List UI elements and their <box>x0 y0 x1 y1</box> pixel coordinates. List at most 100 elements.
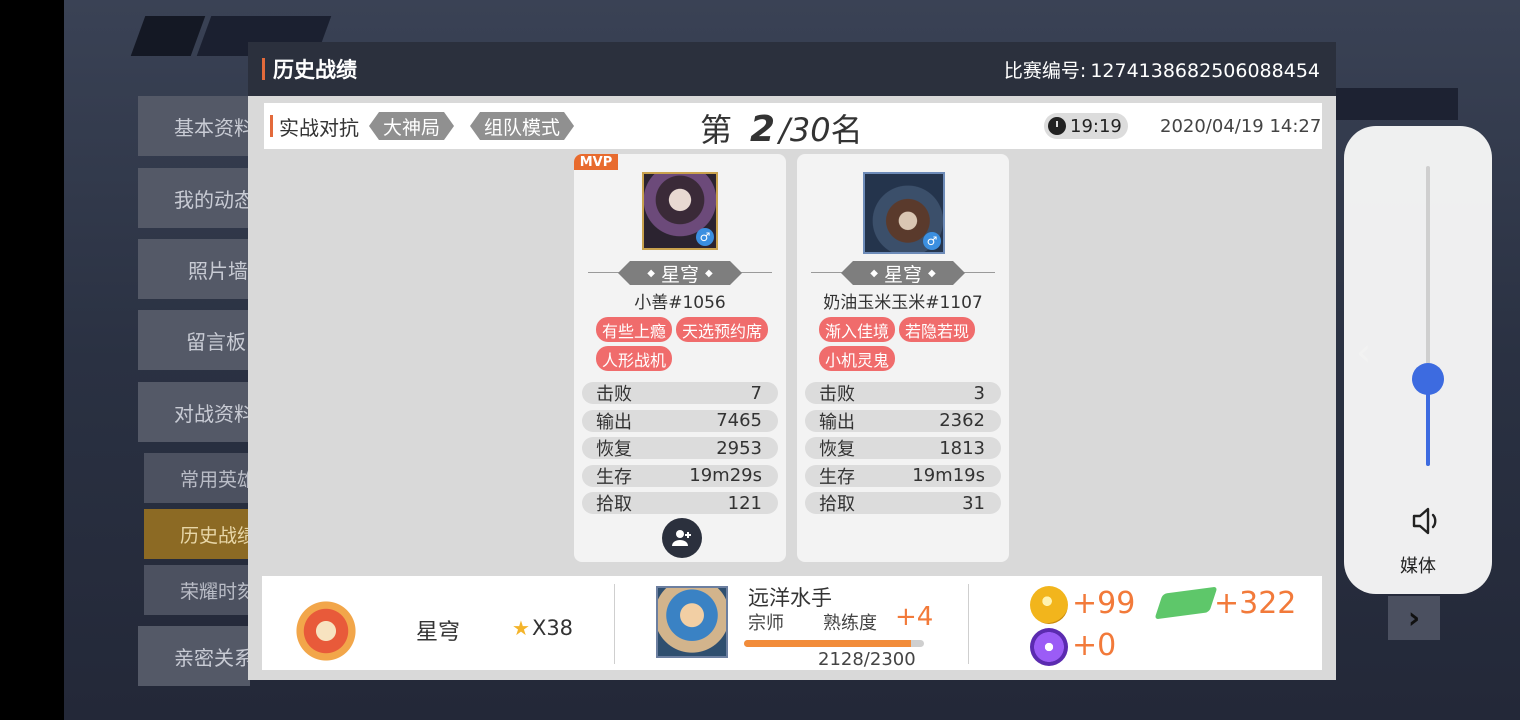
player-tag: 人形战机 <box>596 346 673 371</box>
player-tags: 有些上瘾 天选预约席 人形战机 <box>596 317 780 371</box>
crystal-icon <box>1030 628 1068 666</box>
sidebar-item-photos[interactable]: 照片墙 <box>138 239 250 299</box>
proficiency-value: 2128/2300 <box>818 649 916 670</box>
sidebar-item-guestbook[interactable]: 留言板 <box>138 310 250 370</box>
bg-panel-bar <box>1336 88 1458 120</box>
stat-row: 恢复 1813 <box>805 437 1001 460</box>
player-name: 小善#1056 <box>634 293 726 313</box>
player-card: ♂ ◆ 星穹 ◆ 奶油玉米玉米#1107 渐入佳境 若隐若现 小机灵鬼 击败 3 输出… <box>797 154 1009 562</box>
match-summary-bar: 星穹 ★ X38 远洋水手 宗师 熟练度 +4 2128/2300 +99 +32… <box>262 576 1322 670</box>
stat-label: 生存 <box>819 466 855 488</box>
tier-emblem-icon <box>290 598 362 664</box>
player-stats: 击败 7 输出 7465 恢复 2953 生存 19m29s 拾取 121 <box>582 382 778 520</box>
sidebar-item-intimacy[interactable]: 亲密关系 <box>138 626 250 686</box>
diamond-icon: ◆ <box>870 267 878 279</box>
stat-value: 19m29s <box>689 465 762 486</box>
stat-value: 7465 <box>716 410 762 431</box>
tier-banner: ◆ 星穹 ◆ <box>811 260 995 286</box>
match-id-value: 1274138682506088454 <box>1090 59 1320 82</box>
sidebar-sub-glory[interactable]: 荣耀时刻 <box>144 565 250 615</box>
placement-total: /30 <box>779 111 831 149</box>
player-tag: 天选预约席 <box>676 317 769 342</box>
speaker-icon[interactable] <box>1408 506 1448 538</box>
stat-value: 2953 <box>716 437 762 459</box>
proficiency-gain: +4 <box>895 602 934 632</box>
tier-banner: ◆ 星穹 ◆ <box>588 260 772 286</box>
stat-label: 输出 <box>596 411 632 433</box>
summary-stars: ★ X38 <box>512 616 573 640</box>
sidebar-sub-history[interactable]: 历史战绩 <box>144 509 250 559</box>
stat-row: 拾取 121 <box>582 492 778 515</box>
match-tag: 组队模式 <box>470 112 574 140</box>
sidebar-sub-heroes[interactable]: 常用英雄 <box>144 453 250 503</box>
player-tag: 小机灵鬼 <box>819 346 896 371</box>
volume-panel: 媒体 <box>1344 126 1492 594</box>
ticket-gain: +322 <box>1214 586 1297 621</box>
placement: 第 2 /30 名 <box>700 105 863 151</box>
stat-value: 31 <box>962 492 985 514</box>
mode-accent <box>270 115 273 137</box>
divider <box>968 584 969 664</box>
player-tags: 渐入佳境 若隐若现 小机灵鬼 <box>819 317 1003 371</box>
title-accent <box>262 58 265 80</box>
stat-label: 拾取 <box>596 494 632 515</box>
stat-row: 输出 7465 <box>582 409 778 433</box>
proficiency-fill <box>744 640 911 647</box>
crystal-gain: +0 <box>1072 628 1117 663</box>
player-stats: 击败 3 输出 2362 恢复 1813 生存 19m19s 拾取 31 <box>805 382 1001 520</box>
player-avatar[interactable]: ♂ <box>642 172 718 250</box>
mvp-badge: MVP <box>574 154 618 170</box>
hero-portrait[interactable] <box>656 586 728 658</box>
match-id-label: 比赛编号: <box>1003 59 1087 82</box>
stat-label: 拾取 <box>819 494 855 515</box>
history-dialog: 历史战绩 比赛编号: 1274138682506088454 实战对抗 大神局 组… <box>248 42 1336 680</box>
add-user-icon <box>672 530 691 546</box>
tier-name: 星穹 <box>883 263 922 286</box>
clock-icon <box>1048 117 1066 135</box>
hero-name: 远洋水手 <box>748 586 832 610</box>
dialog-title: 历史战绩 <box>262 54 357 84</box>
proficiency-bar <box>744 640 924 647</box>
stat-label: 输出 <box>819 411 855 433</box>
stat-row: 生存 19m19s <box>805 464 1001 488</box>
hero-rank: 宗师 <box>748 613 784 634</box>
stat-row: 生存 19m29s <box>582 464 778 488</box>
stat-label: 击败 <box>819 384 855 405</box>
stat-row: 恢复 2953 <box>582 437 778 460</box>
sidebar-item-basic[interactable]: 基本资料 <box>138 96 250 156</box>
player-name: 奶油玉米玉米#1107 <box>823 293 983 313</box>
sidebar-item-feed[interactable]: 我的动态 <box>138 168 250 228</box>
star-icon: ★ <box>512 616 530 640</box>
diamond-icon: ◆ <box>928 267 936 279</box>
stat-value: 121 <box>727 492 762 514</box>
stat-value: 1813 <box>939 437 985 459</box>
stat-value: 7 <box>750 382 762 404</box>
match-info-row: 实战对抗 大神局 组队模式 第 2 /30 名 19:19 2020/04/19… <box>264 103 1322 151</box>
volume-label: 媒体 <box>1400 556 1436 577</box>
placement-prefix: 第 <box>700 111 733 149</box>
player-card: MVP ♂ ◆ 星穹 ◆ 小善#1056 有些上瘾 天选预约席 人形战机 击败 7 输… <box>574 154 786 562</box>
speaker-icon <box>1412 507 1437 535</box>
next-arrow-button[interactable]: › <box>1388 596 1440 640</box>
volume-slider-handle[interactable] <box>1412 363 1444 395</box>
sidebar-item-battle[interactable]: 对战资料 <box>138 382 250 442</box>
male-icon: ♂ <box>696 228 714 246</box>
dialog-title-text: 历史战绩 <box>273 58 357 82</box>
placement-suffix: 名 <box>830 111 863 149</box>
player-avatar[interactable]: ♂ <box>863 172 945 254</box>
add-friend-button[interactable] <box>662 518 702 558</box>
stat-value: 3 <box>973 382 985 404</box>
stat-value: 19m19s <box>912 465 985 486</box>
placement-rank: 2 <box>750 109 776 150</box>
gold-gain: +99 <box>1072 586 1136 621</box>
diamond-icon: ◆ <box>705 267 713 279</box>
duration: 19:19 <box>1070 115 1122 137</box>
mode-label: 实战对抗 <box>279 115 359 140</box>
stat-value: 2362 <box>939 410 985 431</box>
match-datetime: 2020/04/19 14:27 <box>1160 116 1322 137</box>
stat-row: 击败 7 <box>582 382 778 405</box>
gold-coin-icon <box>1030 586 1068 624</box>
bg-decoration <box>130 16 206 56</box>
stat-row: 击败 3 <box>805 382 1001 405</box>
tier-plate: ◆ 星穹 ◆ <box>618 261 742 285</box>
